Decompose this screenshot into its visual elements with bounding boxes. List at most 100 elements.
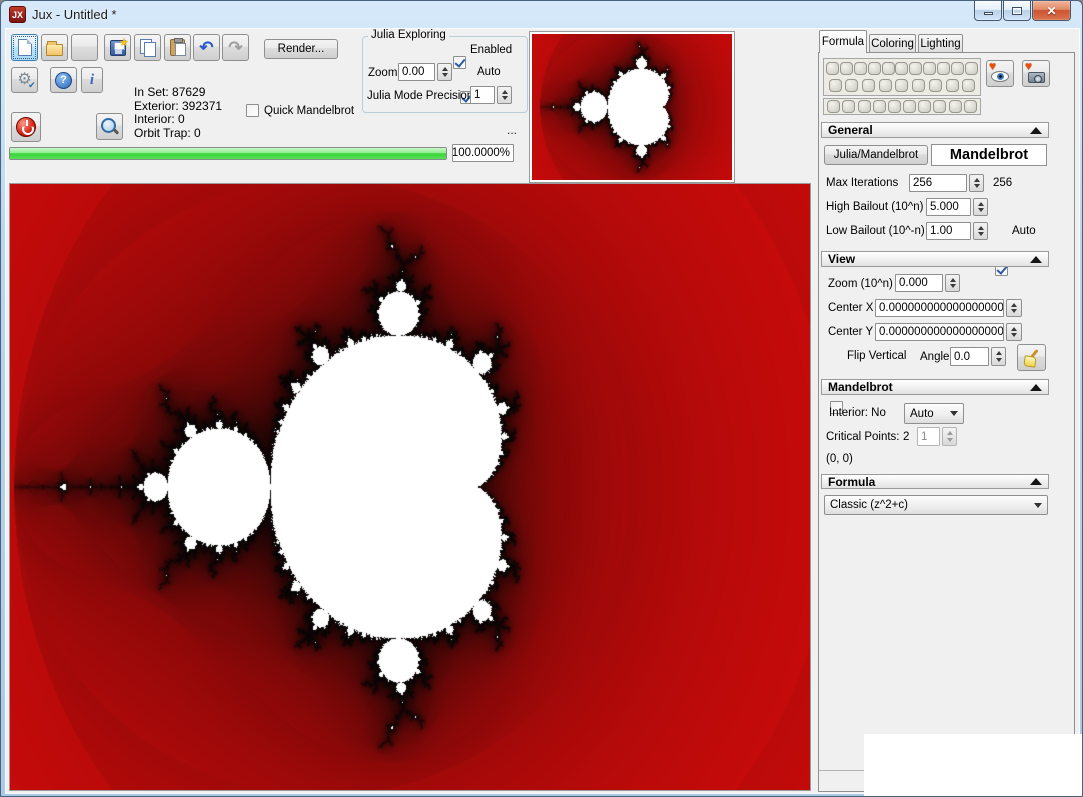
high-bailout-field[interactable]: 5.000: [926, 198, 971, 216]
redo-button[interactable]: ↷: [222, 34, 249, 61]
tab-lighting[interactable]: Lighting: [918, 34, 963, 53]
center-y-field[interactable]: 0.000000000000000000: [875, 323, 1004, 341]
palette-slot[interactable]: [840, 62, 853, 75]
palette-slot[interactable]: [868, 62, 881, 75]
palette-slot[interactable]: [829, 79, 842, 92]
undo-icon: ↶: [199, 39, 213, 56]
palette-slot[interactable]: [962, 79, 975, 92]
angle-field[interactable]: 0.0: [950, 347, 989, 366]
quick-mandelbrot-label: Quick Mandelbrot: [264, 105, 354, 117]
paste-button[interactable]: [164, 34, 191, 61]
palette-slot[interactable]: [845, 79, 858, 92]
new-document-button[interactable]: [11, 34, 38, 61]
center-y-spinner[interactable]: [1006, 323, 1022, 341]
palette-slot[interactable]: [842, 100, 855, 113]
app-icon: JX: [9, 6, 26, 23]
center-x-label: Center X: [828, 302, 873, 314]
interior-mode-dropdown[interactable]: Auto: [904, 403, 964, 424]
palette-slot[interactable]: [895, 62, 908, 75]
tab-coloring[interactable]: Coloring: [869, 34, 916, 53]
chevron-down-icon: [1034, 503, 1042, 508]
julia-precision-spinner[interactable]: [497, 86, 512, 104]
mandelbrot-section-header[interactable]: Mandelbrot: [821, 379, 1049, 395]
maximize-icon: [1012, 7, 1022, 15]
palette-slot[interactable]: [965, 62, 978, 75]
empty-button[interactable]: [71, 34, 98, 61]
palette-slot[interactable]: [923, 62, 936, 75]
high-bailout-spinner[interactable]: [973, 198, 988, 216]
palette-slot[interactable]: [873, 100, 886, 113]
palette-slot[interactable]: [929, 79, 942, 92]
help-button[interactable]: ?: [50, 67, 77, 93]
undo-button[interactable]: ↶: [193, 34, 220, 61]
render-button-label: Render...: [278, 43, 325, 55]
palette-slot[interactable]: [882, 62, 895, 75]
favorite-snapshot-button[interactable]: ♥: [1022, 60, 1050, 87]
palette-slot[interactable]: [949, 100, 962, 113]
max-iterations-field[interactable]: 256: [909, 174, 967, 192]
view-zoom-spinner[interactable]: [945, 274, 960, 292]
palette-slot[interactable]: [879, 79, 892, 92]
minimize-button[interactable]: [974, 1, 1002, 21]
palette-slot[interactable]: [912, 79, 925, 92]
heart-icon: ♥: [1025, 60, 1032, 72]
render-button[interactable]: Render...: [264, 39, 338, 59]
low-bailout-field[interactable]: 1.00: [926, 222, 971, 240]
formula-dropdown[interactable]: Classic (z^2+c): [824, 495, 1048, 515]
fractal-viewport[interactable]: [9, 183, 811, 791]
view-zoom-field[interactable]: 0.000: [895, 274, 943, 292]
close-button[interactable]: ✕: [1032, 1, 1071, 21]
formula-section-header[interactable]: Formula: [821, 474, 1049, 489]
general-section-header[interactable]: General: [821, 122, 1049, 138]
flip-vertical-label: Flip Vertical: [847, 350, 906, 362]
palette-slot[interactable]: [858, 100, 871, 113]
open-file-button[interactable]: [41, 34, 68, 61]
palette-slot[interactable]: [862, 79, 875, 92]
zoom-tool-button[interactable]: [96, 113, 123, 140]
copy-button[interactable]: [134, 34, 161, 61]
julia-precision-field[interactable]: 1: [470, 86, 495, 104]
settings-button[interactable]: ⚙✔: [11, 67, 38, 93]
center-x-field[interactable]: 0.000000000000000000: [875, 299, 1004, 317]
favorite-view-button[interactable]: ♥: [986, 60, 1014, 87]
palette-slot[interactable]: [826, 62, 839, 75]
low-bailout-spinner[interactable]: [973, 222, 988, 240]
preview-frame: [529, 31, 735, 183]
palette-slot[interactable]: [903, 100, 916, 113]
info-button[interactable]: i: [81, 67, 103, 93]
palette-slot[interactable]: [827, 100, 840, 113]
julia-enabled-checkbox[interactable]: [453, 56, 466, 69]
palette-slot[interactable]: [933, 100, 946, 113]
mandelbrot-section-title: Mandelbrot: [828, 380, 893, 394]
julia-mandelbrot-toggle-button[interactable]: Julia/Mandelbrot: [824, 145, 928, 165]
power-button[interactable]: [11, 112, 41, 142]
max-iterations-spinner[interactable]: [969, 174, 984, 192]
tab-formula[interactable]: Formula: [819, 30, 867, 53]
maximize-button[interactable]: [1003, 1, 1031, 21]
palette-slot[interactable]: [888, 100, 901, 113]
view-section-header[interactable]: View: [821, 251, 1049, 267]
palette-slot[interactable]: [854, 62, 867, 75]
palette-box-top: [823, 58, 981, 96]
palette-slot[interactable]: [895, 79, 908, 92]
reset-view-button[interactable]: [1017, 344, 1046, 371]
palette-slot[interactable]: [964, 100, 977, 113]
mandelbrot-preview[interactable]: [532, 34, 732, 180]
formula-dropdown-value: Classic (z^2+c): [830, 499, 908, 511]
julia-zoom-field[interactable]: 0.00: [398, 63, 435, 81]
quick-mandelbrot-checkbox[interactable]: [246, 104, 259, 117]
palette-slot[interactable]: [909, 62, 922, 75]
center-x-spinner[interactable]: [1006, 299, 1022, 317]
palette-slot[interactable]: [951, 62, 964, 75]
critical-point-index-spinner[interactable]: [942, 427, 957, 446]
critical-point-index-field[interactable]: 1: [917, 427, 940, 446]
palette-slot[interactable]: [937, 62, 950, 75]
palette-box-bottom: [823, 98, 981, 115]
palette-slot[interactable]: [946, 79, 959, 92]
julia-zoom-spinner[interactable]: [437, 63, 452, 81]
mandelbrot-render[interactable]: [10, 184, 810, 790]
save-button[interactable]: ★: [104, 34, 131, 61]
angle-spinner[interactable]: [991, 347, 1006, 366]
paste-icon: [170, 39, 185, 56]
palette-slot[interactable]: [918, 100, 931, 113]
